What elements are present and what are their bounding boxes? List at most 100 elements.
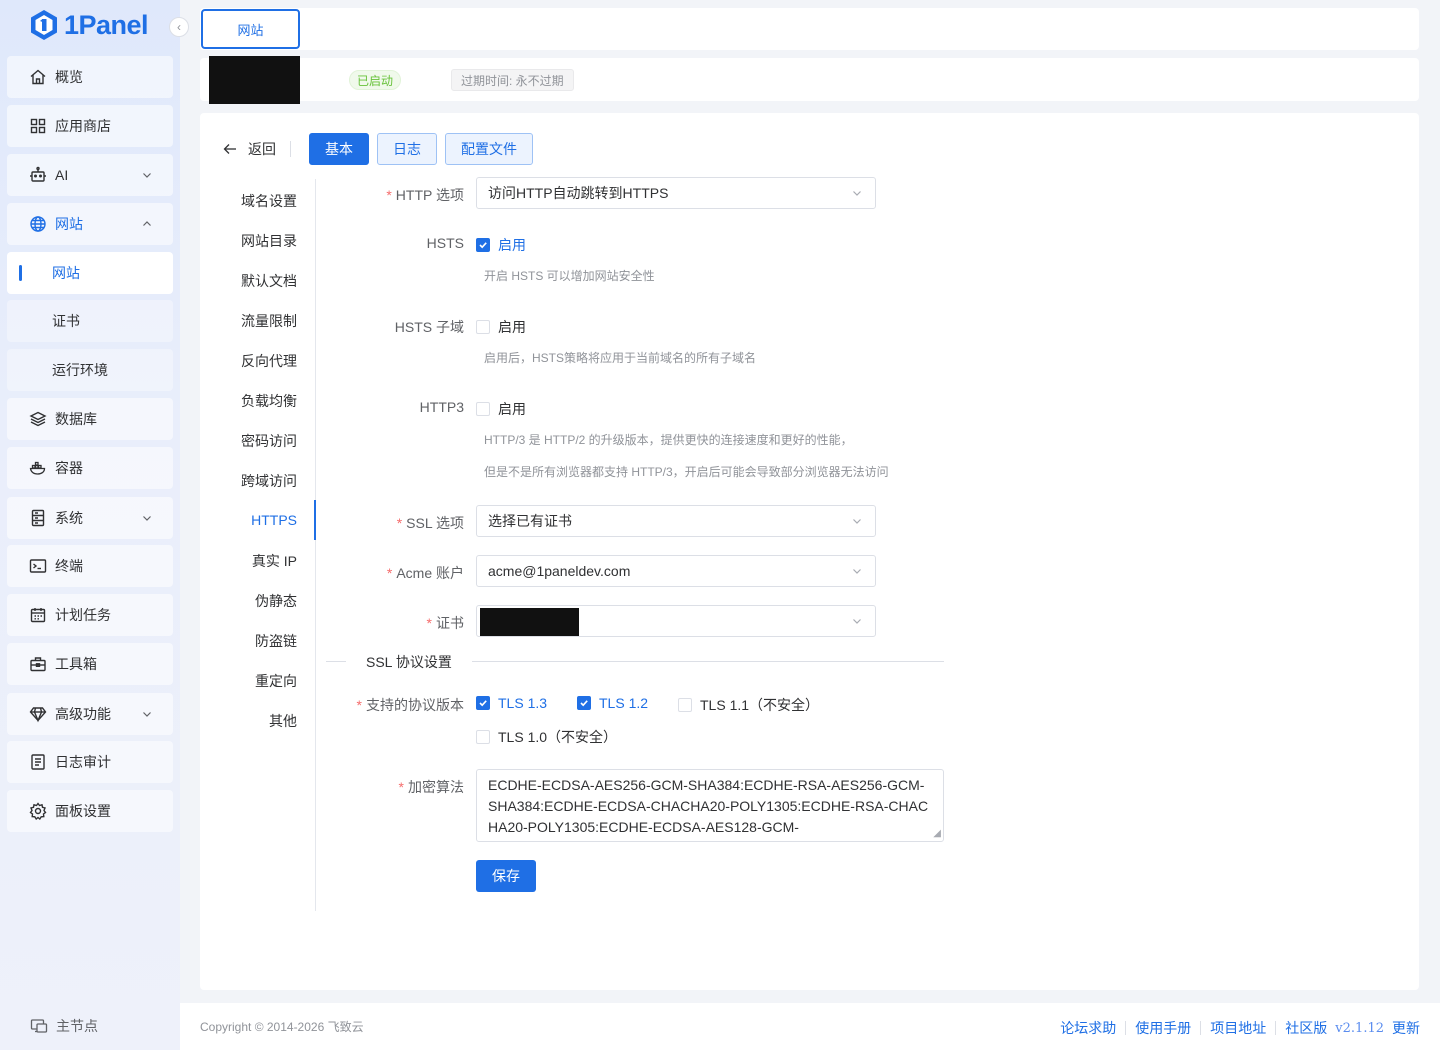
calendar-icon — [29, 606, 47, 624]
subnav-default-doc[interactable]: 默认文档 — [241, 271, 297, 291]
forum-link[interactable]: 论坛求助 — [1060, 1018, 1116, 1038]
edition-link[interactable]: 社区版 — [1285, 1018, 1327, 1038]
certificate-select[interactable] — [476, 605, 876, 637]
sidebar-subitem-website[interactable]: 网站 — [7, 252, 173, 294]
footer: Copyright © 2014-2026 飞致云 论坛求助 使用手册 项目地址… — [180, 1003, 1440, 1050]
cipher-label: * 加密算法 — [398, 779, 464, 795]
sidebar-item-overview[interactable]: 概览 — [7, 56, 173, 98]
subnav-redirect[interactable]: 重定向 — [255, 671, 297, 691]
collapse-sidebar-button[interactable]: ‹ — [169, 17, 189, 37]
sidebar-item-settings[interactable]: 面板设置 — [7, 790, 173, 832]
certificate-label: * 证书 — [426, 615, 464, 631]
sidebar-item-website[interactable]: 网站 — [7, 203, 173, 245]
sidebar-item-label: 概览 — [55, 69, 83, 85]
tab-website[interactable]: 网站 — [201, 9, 300, 49]
check-icon — [577, 696, 591, 710]
tls10-checkbox[interactable]: TLS 1.0（不安全） — [476, 727, 617, 747]
sidebar-item-system[interactable]: 系统 — [7, 497, 173, 539]
ssl-option-select[interactable]: 选择已有证书 — [476, 505, 876, 537]
acme-account-select[interactable]: acme@1paneldev.com — [476, 555, 876, 587]
expire-badge: 过期时间: 永不过期 — [451, 69, 574, 91]
subnav-https[interactable]: HTTPS — [251, 512, 297, 528]
docker-icon — [29, 459, 47, 477]
subnav-rate-limit[interactable]: 流量限制 — [241, 311, 297, 331]
subnav-reverse-proxy[interactable]: 反向代理 — [241, 351, 297, 371]
subnav-site-dir[interactable]: 网站目录 — [241, 231, 297, 251]
check-icon — [476, 696, 490, 710]
chevron-down-icon — [851, 565, 863, 577]
subnav-anti-leech[interactable]: 防盗链 — [255, 631, 297, 651]
subnav-other[interactable]: 其他 — [269, 711, 297, 731]
logo-text: 1Panel — [64, 9, 149, 40]
divider — [290, 141, 291, 157]
logo-icon — [30, 9, 58, 41]
subnav-load-balance[interactable]: 负载均衡 — [241, 391, 297, 411]
sidebar-item-app-store[interactable]: 应用商店 — [7, 105, 173, 147]
sidebar-item-terminal[interactable]: 终端 — [7, 545, 173, 587]
sidebar-subitem-runtime[interactable]: 运行环境 — [7, 349, 173, 391]
ssl-option-value: 选择已有证书 — [488, 513, 572, 529]
save-button[interactable]: 保存 — [476, 860, 536, 892]
subnav-password-access[interactable]: 密码访问 — [241, 431, 297, 451]
sidebar-subitem-certificate[interactable]: 证书 — [7, 300, 173, 342]
config-sub-nav: 域名设置 网站目录 默认文档 流量限制 反向代理 负载均衡 密码访问 跨域访问 … — [200, 179, 316, 911]
http-option-value: 访问HTTP自动跳转到HTTPS — [488, 185, 669, 201]
node-label: 主节点 — [56, 1018, 98, 1034]
sidebar-item-cronjob[interactable]: 计划任务 — [7, 594, 173, 636]
log-button[interactable]: 日志 — [377, 133, 437, 165]
http-option-label: * HTTP 选项 — [386, 187, 464, 203]
subnav-real-ip[interactable]: 真实 IP — [252, 551, 297, 571]
sidebar-item-label: 计划任务 — [55, 607, 111, 623]
sidebar-item-database[interactable]: 数据库 — [7, 398, 173, 440]
subnav-domain[interactable]: 域名设置 — [241, 191, 297, 211]
sidebar-item-label: 数据库 — [55, 411, 97, 427]
sidebar-subitem-label: 证书 — [52, 313, 80, 329]
sidebar-item-label: 容器 — [55, 460, 83, 476]
tls11-checkbox[interactable]: TLS 1.1（不安全） — [678, 695, 819, 715]
sidebar-item-label: 工具箱 — [55, 656, 97, 672]
cipher-textarea[interactable]: ECDHE-ECDSA-AES256-GCM-SHA384:ECDHE-RSA-… — [476, 769, 944, 842]
sidebar-item-label: AI — [55, 167, 69, 183]
divider — [1200, 1021, 1202, 1035]
sidebar-item-label: 应用商店 — [55, 118, 111, 134]
sidebar-item-container[interactable]: 容器 — [7, 447, 173, 489]
http3-checkbox[interactable]: 启用 — [476, 399, 526, 419]
site-config-panel: 返回 基本 日志 配置文件 域名设置 网站目录 默认文档 流量限制 反向代理 负… — [200, 113, 1419, 990]
subnav-cors[interactable]: 跨域访问 — [241, 471, 297, 491]
globe-icon — [29, 215, 47, 233]
http-option-select[interactable]: 访问HTTP自动跳转到HTTPS — [476, 177, 876, 209]
ssl-option-label: * SSL 选项 — [396, 515, 464, 531]
layers-icon — [29, 410, 47, 428]
node-icon — [30, 1017, 48, 1035]
sidebar-item-label: 网站 — [55, 216, 83, 232]
back-button[interactable]: 返回 — [222, 139, 276, 159]
gear-icon — [29, 802, 47, 820]
tls12-checkbox[interactable]: TLS 1.2 — [577, 695, 648, 711]
checkbox-box — [476, 730, 490, 744]
sidebar-item-advanced[interactable]: 高级功能 — [7, 693, 173, 735]
sidebar-item-ai[interactable]: AI — [7, 154, 173, 196]
resize-handle-icon[interactable]: ◢ — [933, 829, 941, 839]
sidebar-subitem-label: 网站 — [52, 265, 80, 281]
sidebar-item-label: 面板设置 — [55, 803, 111, 819]
project-link[interactable]: 项目地址 — [1210, 1018, 1266, 1038]
sidebar-item-toolbox[interactable]: 工具箱 — [7, 643, 173, 685]
update-link[interactable]: 更新 — [1392, 1018, 1420, 1038]
node-switcher[interactable]: 主节点 — [30, 1016, 98, 1036]
hsts-subdomain-hint: 启用后，HSTS策略将应用于当前域名的所有子域名 — [484, 351, 757, 365]
arrow-left-icon — [222, 141, 238, 157]
ssl-protocol-section-title: SSL 协议设置 — [366, 654, 452, 670]
tls13-checkbox[interactable]: TLS 1.3 — [476, 695, 547, 711]
basic-button[interactable]: 基本 — [309, 133, 369, 165]
hsts-subdomain-checkbox[interactable]: 启用 — [476, 317, 526, 337]
sidebar-item-log-audit[interactable]: 日志审计 — [7, 741, 173, 783]
subnav-rewrite[interactable]: 伪静态 — [255, 591, 297, 611]
hsts-checkbox[interactable]: 启用 — [476, 235, 526, 255]
sidebar-item-label: 日志审计 — [55, 754, 111, 770]
app-logo[interactable]: 1Panel — [30, 8, 149, 42]
checkbox-box — [678, 698, 692, 712]
acme-account-label: * Acme 账户 — [386, 565, 464, 581]
manual-link[interactable]: 使用手册 — [1135, 1018, 1191, 1038]
config-file-button[interactable]: 配置文件 — [445, 133, 533, 165]
grid-icon — [29, 117, 47, 135]
